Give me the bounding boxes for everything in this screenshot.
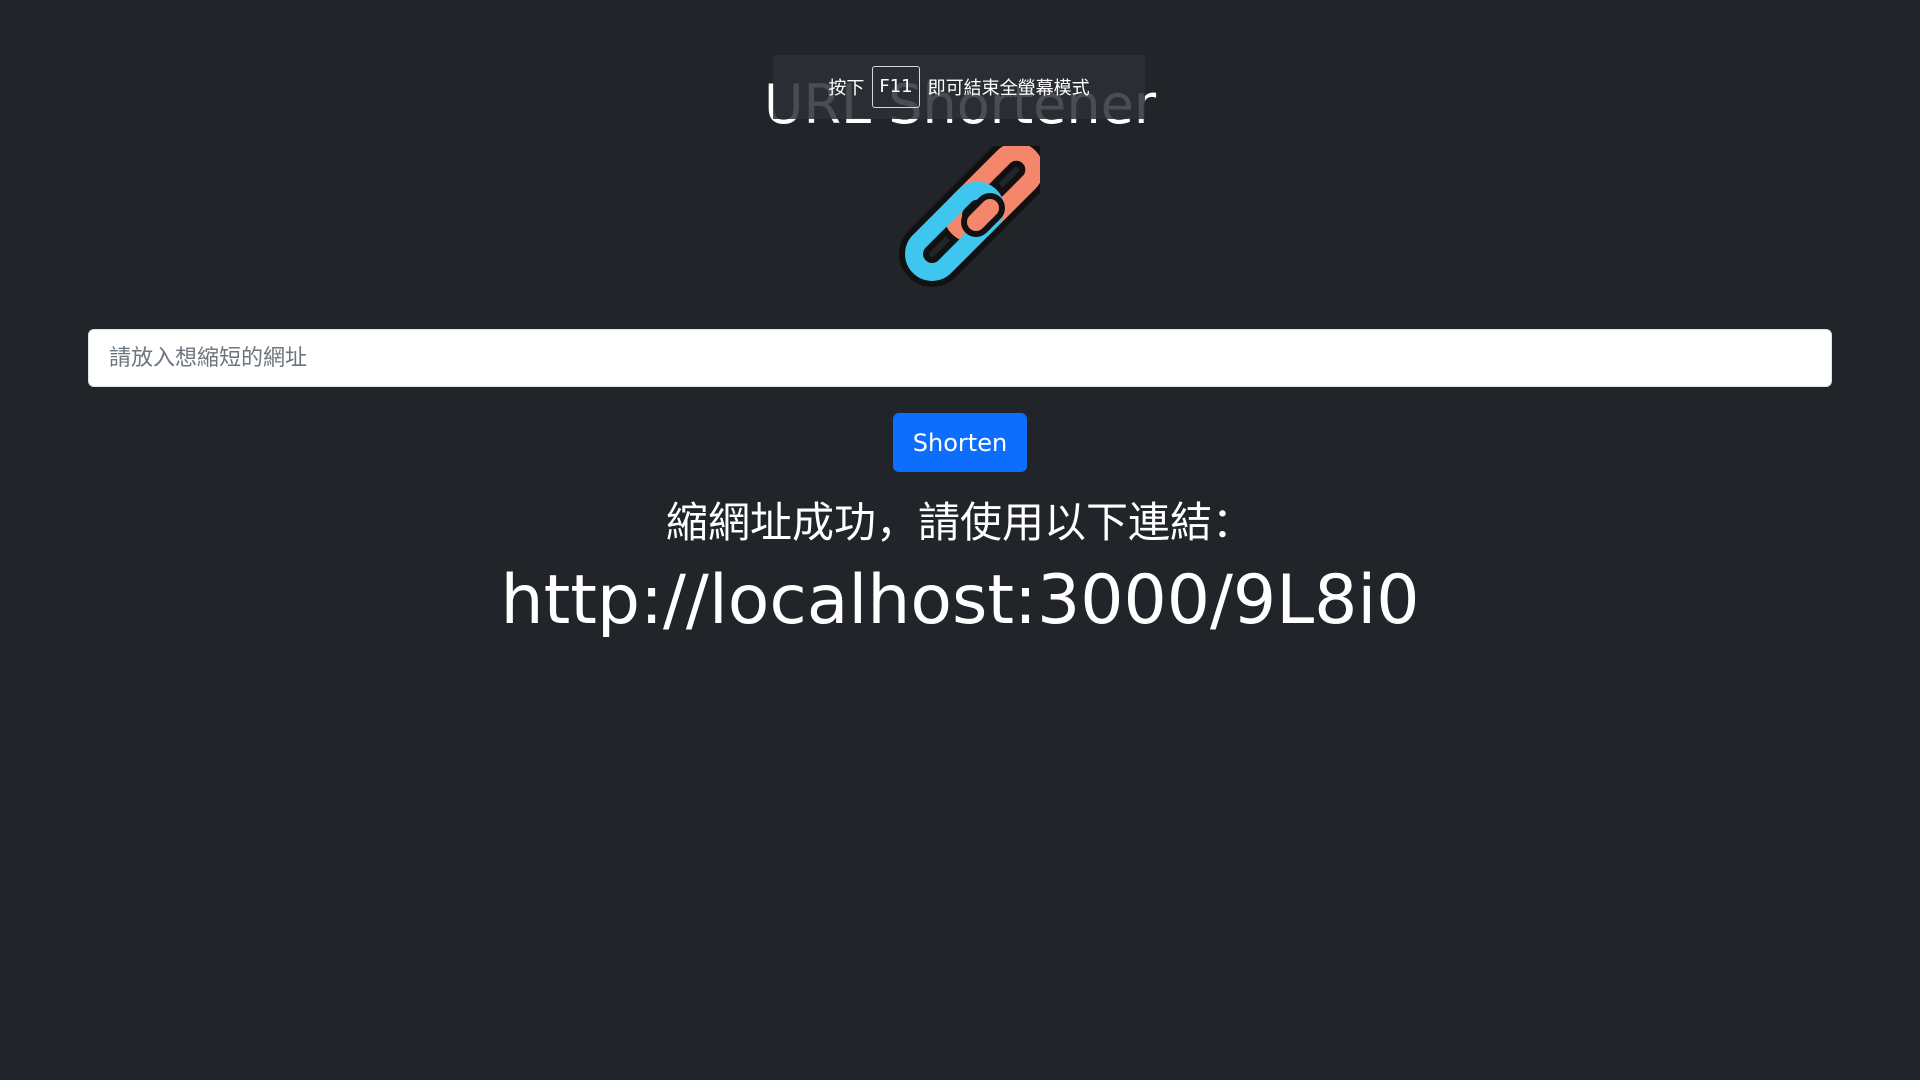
- page: URL Shortener 按下 F11 即可結束全螢幕模式 Shorten 縮…: [0, 0, 1920, 1080]
- short-url-link[interactable]: http://localhost:3000/9L8i0: [0, 556, 1920, 646]
- f11-key-badge: F11: [872, 66, 920, 108]
- fullscreen-notice-prefix: 按下: [828, 78, 865, 99]
- fullscreen-exit-notice: 按下 F11 即可結束全螢幕模式: [773, 55, 1145, 119]
- link-chain-icon: [899, 146, 1040, 287]
- fullscreen-notice-suffix: 即可結束全螢幕模式: [927, 78, 1090, 99]
- shorten-button[interactable]: Shorten: [893, 413, 1027, 472]
- url-input[interactable]: [88, 329, 1832, 387]
- success-message: 縮網址成功，請使用以下連結：: [665, 498, 1254, 547]
